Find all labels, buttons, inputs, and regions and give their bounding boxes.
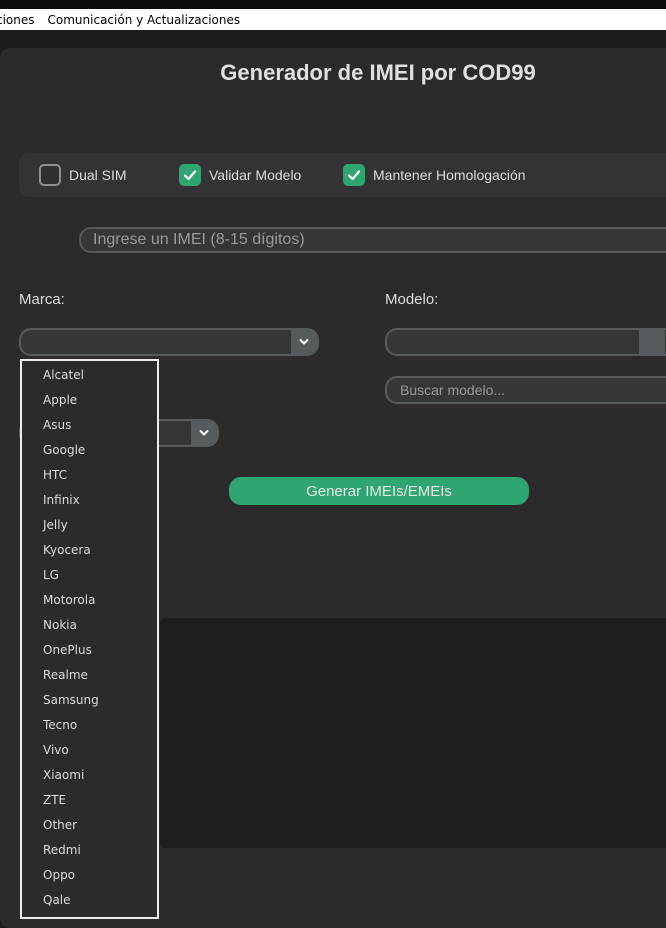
dropdown-option[interactable]: Jelly bbox=[22, 513, 157, 538]
app-title: Generador de IMEI por COD99 bbox=[220, 60, 536, 85]
chevron-down-icon[interactable] bbox=[191, 421, 217, 445]
dropdown-option[interactable]: Realme bbox=[22, 663, 157, 688]
checkmark-icon bbox=[343, 164, 365, 186]
dropdown-option[interactable]: Infinix bbox=[22, 488, 157, 513]
dropdown-option[interactable]: Asus bbox=[22, 413, 157, 438]
dropdown-option[interactable]: Vivo bbox=[22, 738, 157, 763]
checkmark-icon bbox=[179, 164, 201, 186]
dropdown-option[interactable]: OnePlus bbox=[22, 638, 157, 663]
dropdown-option[interactable]: Google bbox=[22, 438, 157, 463]
chevron-down-icon[interactable] bbox=[291, 330, 317, 354]
dropdown-option[interactable]: Kyocera bbox=[22, 538, 157, 563]
dropdown-option[interactable]: Xiaomi bbox=[22, 763, 157, 788]
dropdown-option[interactable]: Tecno bbox=[22, 713, 157, 738]
dropdown-option[interactable]: Redmi bbox=[22, 838, 157, 863]
imei-input[interactable] bbox=[79, 227, 666, 253]
validar-modelo-checkbox[interactable]: Validar Modelo bbox=[179, 162, 301, 188]
menu-item-comunicacion[interactable]: Comunicación y Actualizaciones bbox=[48, 13, 241, 27]
dropdown-option[interactable]: Alcatel bbox=[22, 363, 157, 388]
dropdown-option[interactable]: Apple bbox=[22, 388, 157, 413]
dual-sim-label: Dual SIM bbox=[69, 167, 127, 183]
dropdown-option[interactable]: ZTE bbox=[22, 788, 157, 813]
modelo-combobox[interactable] bbox=[385, 328, 666, 356]
menu-bar: ciones Comunicación y Actualizaciones bbox=[0, 9, 666, 30]
dropdown-option[interactable]: Samsung bbox=[22, 688, 157, 713]
marca-combobox[interactable] bbox=[19, 328, 319, 356]
mantener-homologacion-label: Mantener Homologación bbox=[373, 167, 526, 183]
marca-label: Marca: bbox=[19, 291, 65, 308]
output-textbox[interactable] bbox=[160, 618, 666, 848]
dropdown-option[interactable]: Nokia bbox=[22, 613, 157, 638]
checkbox-unchecked-icon bbox=[39, 164, 61, 186]
dropdown-items: Alcatel Apple Asus Google HTC Infinix Jelly Kyo… bbox=[22, 361, 157, 913]
window-top-strip bbox=[0, 0, 666, 9]
menu-item-opciones[interactable]: ciones bbox=[0, 13, 35, 27]
modelo-label: Modelo: bbox=[385, 291, 439, 308]
marca-dropdown-list[interactable]: Alcatel Apple Asus Google HTC Infinix Jelly Kyo… bbox=[20, 359, 159, 919]
buscar-modelo-input[interactable] bbox=[385, 376, 666, 404]
dropdown-option[interactable]: Oppo bbox=[22, 863, 157, 888]
dropdown-option[interactable]: Motorola bbox=[22, 588, 157, 613]
validar-modelo-label: Validar Modelo bbox=[209, 167, 302, 183]
dropdown-option[interactable]: Other bbox=[22, 813, 157, 838]
chevron-down-icon[interactable] bbox=[639, 330, 665, 354]
dual-sim-checkbox[interactable]: Dual SIM bbox=[39, 162, 127, 188]
dropdown-option[interactable]: HTC bbox=[22, 463, 157, 488]
generar-imeis-button[interactable]: Generar IMEIs/EMEIs bbox=[229, 477, 529, 505]
dropdown-option[interactable]: LG bbox=[22, 563, 157, 588]
mantener-homologacion-checkbox[interactable]: Mantener Homologación bbox=[343, 162, 526, 188]
